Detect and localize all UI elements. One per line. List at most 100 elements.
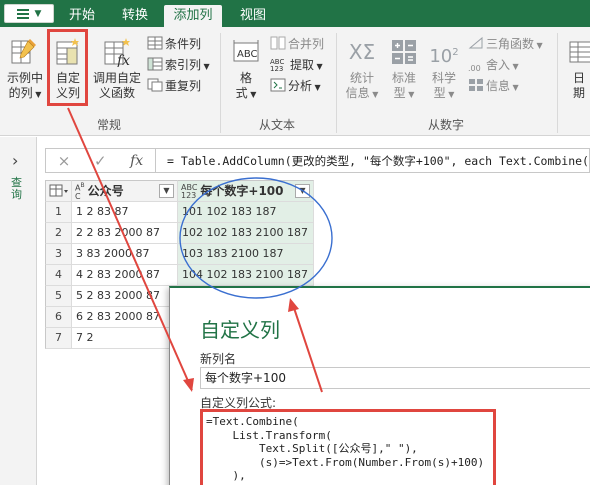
formula-bar: × ✓ fx = Table.AddColumn(更改的类型, "每个数字+10… xyxy=(45,148,590,173)
custom-formula-editor[interactable]: =Text.Combine( List.Transform( Text.Spli… xyxy=(200,409,496,485)
merge-columns-button[interactable]: 合并列 xyxy=(270,35,324,53)
any-type-icon: ABC 123 xyxy=(181,182,198,200)
invoke-custom-function-button[interactable]: fx 调用自定 义函数 xyxy=(90,37,144,101)
new-column-name-input[interactable]: 每个数字+100 xyxy=(200,367,590,389)
information-button[interactable]: 信息 ▼ xyxy=(468,77,519,95)
queries-pane-label[interactable]: 查询 xyxy=(11,177,25,201)
table-cell[interactable]: 2 2 83 2000 87 xyxy=(72,223,178,244)
extract-button[interactable]: ABC 123 提取 ▼ xyxy=(270,56,323,74)
extract-label: 提取 xyxy=(290,58,315,72)
chevron-down-icon: ▼ xyxy=(201,62,210,71)
trigonometry-button[interactable]: 三角函数 ▼ xyxy=(468,35,543,53)
statistics-button[interactable]: ΧΣ 统计 信息 ▼ xyxy=(342,37,382,102)
statistics-label-1: 统计 xyxy=(349,71,374,85)
invoke-function-label-2: 义函数 xyxy=(98,86,135,100)
row-number[interactable]: 4 xyxy=(45,265,72,286)
table-menu-cell[interactable] xyxy=(45,180,72,202)
abc-123-icon: ABC 123 xyxy=(270,58,285,73)
formula-bar-buttons: × ✓ fx xyxy=(46,149,156,172)
rounding-icon: .00 xyxy=(468,64,481,73)
custom-column-dialog: 自定义列 新列名 每个数字+100 自定义列公式: =Text.Combine(… xyxy=(169,286,590,485)
index-column-icon xyxy=(147,57,163,71)
conditional-column-button[interactable]: 条件列 xyxy=(147,35,201,53)
format-button[interactable]: ABC 格 式 ▼ xyxy=(226,37,266,102)
chevron-down-icon: ▼ xyxy=(445,90,455,99)
table-cell[interactable]: 6 2 83 2000 87 xyxy=(72,307,178,328)
invoke-function-icon: fx xyxy=(102,37,132,69)
table-menu-icon xyxy=(49,184,68,197)
merge-columns-label: 合并列 xyxy=(288,37,325,51)
group-separator xyxy=(557,33,558,133)
merge-columns-icon xyxy=(270,36,286,50)
standard-icon xyxy=(389,37,419,67)
table-cell[interactable]: 3 83 2000 87 xyxy=(72,244,178,265)
file-menu-button[interactable]: ▼ xyxy=(4,4,54,23)
duplicate-column-button[interactable]: 重复列 xyxy=(147,77,201,95)
table-cell[interactable]: 1 2 83 87 xyxy=(72,202,178,223)
column-filter-dropdown-icon[interactable]: ▼ xyxy=(295,184,310,198)
tab-transform[interactable]: 转换 xyxy=(112,5,158,27)
cancel-icon[interactable]: × xyxy=(58,152,71,170)
row-number[interactable]: 5 xyxy=(45,286,72,307)
conditional-column-icon xyxy=(147,36,163,50)
custom-column-highlight xyxy=(47,29,88,106)
dialog-title: 自定义列 xyxy=(200,318,280,342)
scientific-label-1: 科学 xyxy=(431,71,456,85)
rounding-button[interactable]: .00 舍入 ▼ xyxy=(468,56,519,74)
fx-icon[interactable]: fx xyxy=(130,153,143,169)
row-number[interactable]: 6 xyxy=(45,307,72,328)
triangle-icon xyxy=(468,36,484,50)
scientific-button[interactable]: 102 科学 型 ▼ xyxy=(426,37,462,102)
tab-add-column[interactable]: 添加列 xyxy=(164,5,222,27)
date-label-2: 期 xyxy=(572,86,585,100)
row-number[interactable]: 3 xyxy=(45,244,72,265)
format-label-2: 式 xyxy=(235,86,248,100)
column-from-examples-label-1: 示例中 xyxy=(6,71,43,85)
table-cell-new[interactable]: 104 102 183 2100 187 xyxy=(178,265,314,286)
confirm-icon[interactable]: ✓ xyxy=(94,152,107,170)
trigonometry-label: 三角函数 xyxy=(486,37,535,51)
format-icon: ABC xyxy=(231,37,261,67)
new-column-name-label: 新列名 xyxy=(200,352,237,366)
information-label: 信息 xyxy=(486,79,511,93)
row-number[interactable]: 2 xyxy=(45,223,72,244)
information-icon xyxy=(468,78,484,92)
chevron-down-icon: ▼ xyxy=(510,62,519,71)
tab-home[interactable]: 开始 xyxy=(60,5,104,27)
table-cell-new[interactable]: 101 102 183 187 xyxy=(178,202,314,223)
table-cell[interactable]: 5 2 83 2000 87 xyxy=(72,286,178,307)
power-query-editor: ▼ 开始 转换 添加列 视图 示例中 的列 ▼ 自定 义列 fx 调用自定 义函… xyxy=(0,0,590,485)
table-cell-new[interactable]: 102 102 183 2100 187 xyxy=(178,223,314,244)
index-column-button[interactable]: 索引列 ▼ xyxy=(147,56,210,74)
date-label-1: 日 xyxy=(572,71,585,85)
table-cell-new[interactable]: 103 183 2100 187 xyxy=(178,244,314,265)
column-from-examples-icon xyxy=(10,37,40,67)
chevron-down-icon: ▼ xyxy=(369,90,379,99)
column-filter-dropdown-icon[interactable]: ▼ xyxy=(159,184,174,198)
row-number[interactable]: 1 xyxy=(45,202,72,223)
column-header-new[interactable]: ABC 123 每个数字+100 ▼ xyxy=(178,180,314,202)
group-label-from-number: 从数字 xyxy=(428,118,465,132)
table-cell[interactable]: 4 2 83 2000 87 xyxy=(72,265,178,286)
standard-button[interactable]: 标准 型 ▼ xyxy=(386,37,422,102)
formula-text[interactable]: = Table.AddColumn(更改的类型, "每个数字+100", eac… xyxy=(167,153,589,169)
power-icon: 102 xyxy=(429,46,459,67)
queries-pane: › 查询 xyxy=(0,137,37,485)
svg-text:fx: fx xyxy=(116,53,130,67)
parse-button[interactable]: 分析 ▼ xyxy=(270,77,321,95)
column-from-examples-button[interactable]: 示例中 的列 ▼ xyxy=(4,37,46,102)
parse-icon xyxy=(270,78,286,92)
ribbon-tab-bar: ▼ 开始 转换 添加列 视图 xyxy=(0,0,590,27)
duplicate-column-icon xyxy=(147,78,163,92)
tab-view[interactable]: 视图 xyxy=(230,5,276,27)
chevron-down-icon: ▼ xyxy=(314,62,323,71)
row-number[interactable]: 7 xyxy=(45,328,72,349)
duplicate-column-label: 重复列 xyxy=(165,79,202,93)
table-cell[interactable]: 7 2 xyxy=(72,328,178,349)
format-icon-text: ABC xyxy=(237,49,258,60)
column-header-gzh[interactable]: AB C 公众号 ▼ xyxy=(72,180,178,202)
standard-label-2: 型 xyxy=(393,86,406,100)
expand-chevron-icon[interactable]: › xyxy=(12,151,18,170)
date-button[interactable]: 日 期 xyxy=(564,37,590,101)
menu-icon xyxy=(16,8,29,19)
